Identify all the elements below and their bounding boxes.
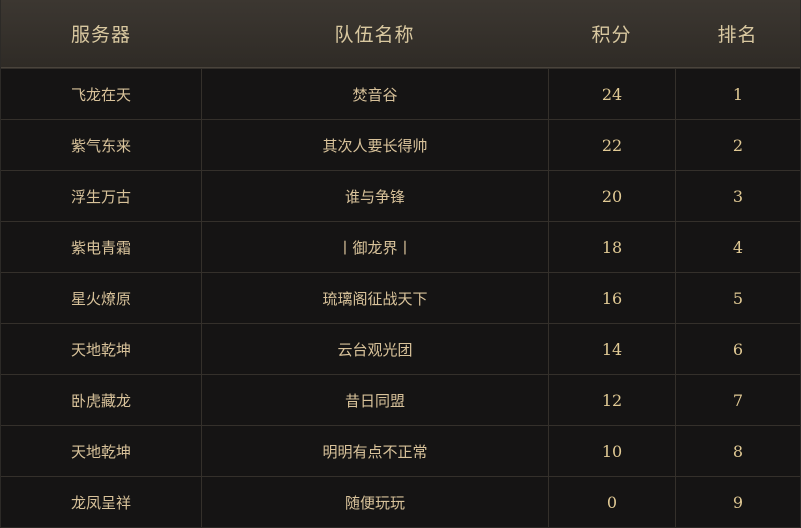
server-cell: 浮生万古: [70, 187, 131, 206]
server-cell: 星火燎原: [70, 289, 131, 308]
table-row: 浮生万古 谁与争锋 20 3: [1, 170, 800, 221]
table-row: 紫电青霜 丨御龙界丨 18 4: [1, 221, 800, 272]
score-cell: 24: [548, 69, 675, 119]
rank-cell: 7: [675, 375, 800, 425]
rank-cell: 3: [675, 171, 800, 221]
rank-cell: 4: [675, 222, 800, 272]
score-cell: 10: [548, 426, 675, 476]
team-name-cell: 丨御龙界丨: [201, 222, 548, 272]
table-row: 卧虎藏龙 昔日同盟 12 7: [1, 374, 800, 425]
team-name-cell: 琉璃阁征战天下: [201, 273, 548, 323]
header-team-name: 队伍名称: [334, 24, 415, 46]
rank-cell: 9: [675, 477, 800, 527]
team-name-cell: 其次人要长得帅: [201, 120, 548, 170]
team-name-cell: 昔日同盟: [201, 375, 548, 425]
header-rank: 排名: [717, 24, 758, 46]
server-cell: 紫电青霜: [70, 238, 131, 257]
table-row: 天地乾坤 明明有点不正常 10 8: [1, 425, 800, 476]
header-score: 积分: [591, 24, 632, 46]
server-cell: 天地乾坤: [70, 340, 131, 359]
rank-cell: 5: [675, 273, 800, 323]
score-cell: 14: [548, 324, 675, 374]
score-cell: 12: [548, 375, 675, 425]
rank-cell: 2: [675, 120, 800, 170]
table-header: 服务器 队伍名称 积分 排名: [1, 0, 800, 68]
rank-cell: 8: [675, 426, 800, 476]
server-cell: 天地乾坤: [70, 442, 131, 461]
server-cell: 卧虎藏龙: [70, 391, 131, 410]
team-name-cell: 明明有点不正常: [201, 426, 548, 476]
server-cell: 飞龙在天: [70, 85, 131, 104]
ranking-table: 服务器 队伍名称 积分 排名 飞龙在天 焚音谷 24 1 紫气东来 其次人要长得…: [0, 0, 801, 528]
table-row: 星火燎原 琉璃阁征战天下 16 5: [1, 272, 800, 323]
rank-cell: 1: [675, 69, 800, 119]
server-cell: 紫气东来: [70, 136, 131, 155]
score-cell: 0: [548, 477, 675, 527]
header-server: 服务器: [70, 24, 131, 46]
table-row: 龙凤呈祥 随便玩玩 0 9: [1, 476, 800, 527]
score-cell: 20: [548, 171, 675, 221]
score-cell: 22: [548, 120, 675, 170]
team-name-cell: 焚音谷: [201, 69, 548, 119]
score-cell: 16: [548, 273, 675, 323]
table-row: 紫气东来 其次人要长得帅 22 2: [1, 119, 800, 170]
table-row: 天地乾坤 云台观光团 14 6: [1, 323, 800, 374]
team-name-cell: 云台观光团: [201, 324, 548, 374]
server-cell: 龙凤呈祥: [70, 493, 131, 512]
score-cell: 18: [548, 222, 675, 272]
table-row: 飞龙在天 焚音谷 24 1: [1, 68, 800, 119]
team-name-cell: 随便玩玩: [201, 477, 548, 527]
rank-cell: 6: [675, 324, 800, 374]
team-name-cell: 谁与争锋: [201, 171, 548, 221]
